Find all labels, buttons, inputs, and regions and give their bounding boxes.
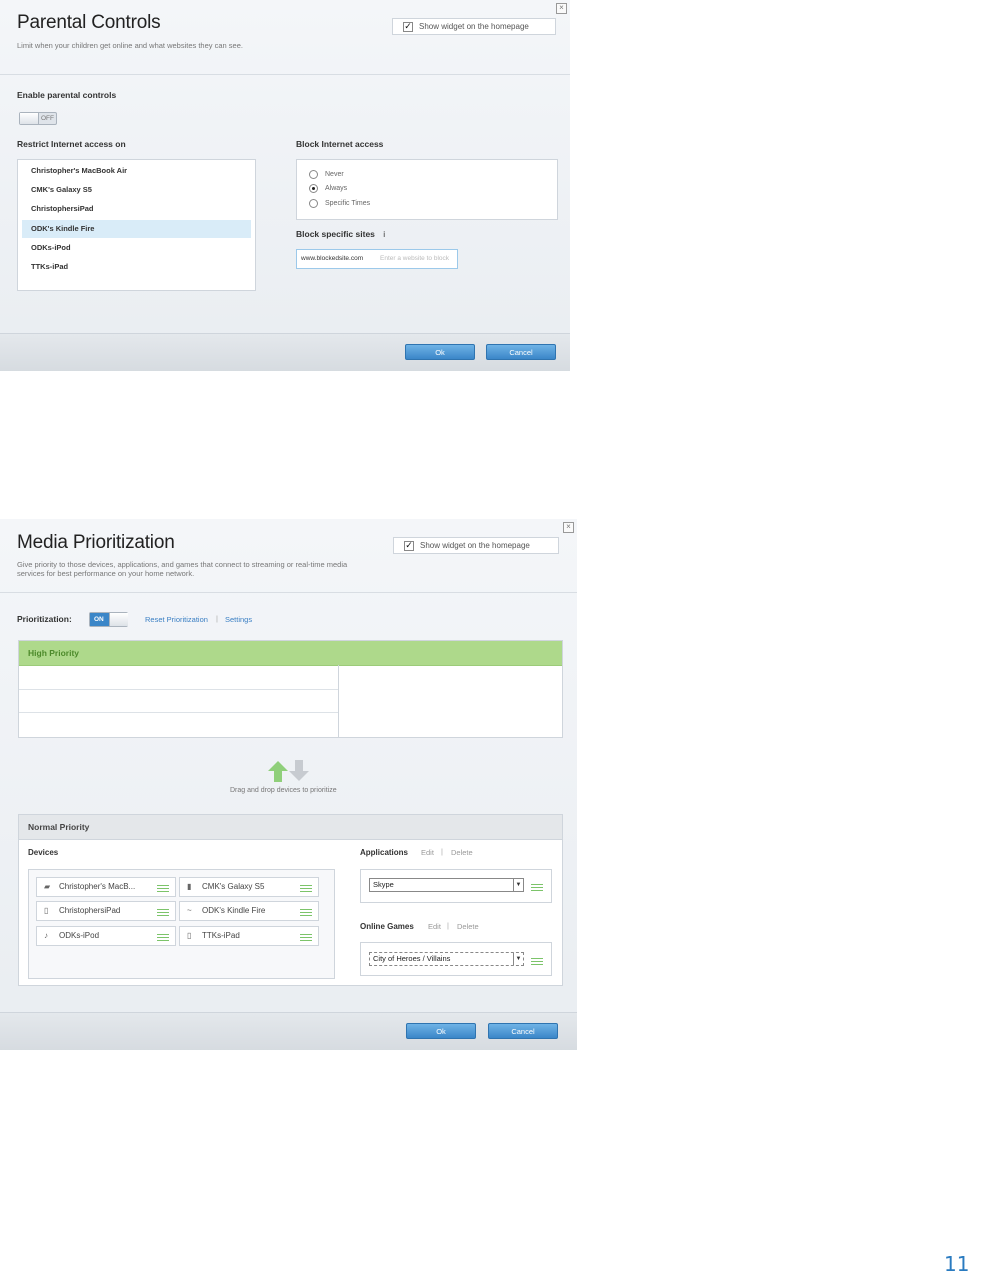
- online-games-label: Online Games: [360, 922, 414, 931]
- normal-priority-label: Normal Priority: [28, 822, 90, 832]
- applications-edit-link[interactable]: Edit: [421, 848, 434, 857]
- page-title: Parental Controls: [17, 12, 161, 33]
- page-subtitle: Give priority to those devices, applicat…: [17, 560, 348, 578]
- site-placeholder: Enter a website to block: [380, 255, 450, 262]
- game-select[interactable]: City of Heroes / Villains ▼: [369, 952, 524, 966]
- page-title: Media Prioritization: [17, 532, 175, 553]
- drag-handle-icon[interactable]: [531, 884, 543, 891]
- checkmark-icon: ✓: [404, 539, 414, 551]
- ok-button[interactable]: Ok: [406, 1023, 476, 1039]
- radio-button-selected: [309, 184, 318, 193]
- device-tile[interactable]: ~ ODK's Kindle Fire: [179, 901, 319, 921]
- laptop-icon: ▰: [44, 882, 51, 891]
- device-item-selected[interactable]: ODK's Kindle Fire: [22, 220, 251, 238]
- prioritize-arrows-icon: [268, 760, 309, 782]
- high-priority-slot[interactable]: [19, 689, 339, 713]
- radio-never[interactable]: Never: [309, 170, 344, 179]
- high-priority-label: High Priority: [28, 648, 80, 658]
- page-number: 11: [944, 1252, 970, 1276]
- page-subtitle: Limit when your children get online and …: [17, 41, 243, 50]
- show-widget-checkbox[interactable]: ✓ Show widget on the homepage: [393, 537, 559, 554]
- ok-button[interactable]: Ok: [405, 344, 475, 360]
- tablet-icon: ▯: [187, 931, 192, 940]
- radio-button: [309, 170, 318, 179]
- toggle-knob: [109, 613, 128, 626]
- device-list: Christopher's MacBook Air CMK's Galaxy S…: [17, 159, 256, 291]
- device-icon: ~: [187, 906, 192, 915]
- device-tile[interactable]: ♪ ODKs-iPod: [36, 926, 176, 946]
- link-separator: |: [216, 614, 218, 623]
- applications-delete-link[interactable]: Delete: [451, 848, 473, 857]
- block-access-options: Never Always Specific Times: [296, 159, 558, 220]
- devices-label: Devices: [28, 848, 59, 857]
- divider: [0, 592, 577, 593]
- drag-handle-icon[interactable]: [157, 934, 169, 941]
- phone-icon: ▮: [187, 882, 192, 891]
- media-player-icon: ♪: [44, 931, 48, 940]
- parental-controls-toggle[interactable]: OFF: [19, 112, 57, 125]
- radio-specific-times[interactable]: Specific Times: [309, 199, 370, 208]
- games-edit-link[interactable]: Edit: [428, 922, 441, 931]
- chevron-down-icon: ▼: [513, 879, 523, 891]
- normal-priority-header: Normal Priority: [19, 815, 562, 840]
- block-access-label: Block Internet access: [296, 139, 384, 149]
- high-priority-slot[interactable]: [19, 712, 339, 737]
- drag-handle-icon[interactable]: [157, 909, 169, 916]
- drag-handle-icon[interactable]: [300, 885, 312, 892]
- restrict-access-label: Restrict Internet access on: [17, 139, 126, 149]
- toggle-state: OFF: [41, 115, 54, 122]
- device-item[interactable]: TTKs-iPad: [22, 258, 251, 276]
- device-item[interactable]: ODKs-iPod: [22, 239, 251, 257]
- reset-prioritization-link[interactable]: Reset Prioritization: [145, 615, 208, 624]
- device-tile[interactable]: ▯ ChristophersiPad: [36, 901, 176, 921]
- close-icon[interactable]: ×: [563, 522, 574, 533]
- block-sites-label: Block specific sites i: [296, 229, 386, 239]
- enable-parental-label: Enable parental controls: [17, 90, 117, 100]
- media-prioritization-panel: × Media Prioritization Give priority to …: [0, 519, 577, 1050]
- link-separator: |: [447, 921, 449, 930]
- device-item[interactable]: ChristophersiPad: [22, 200, 251, 218]
- tablet-icon: ▯: [44, 906, 49, 915]
- chevron-down-icon: ▼: [513, 953, 523, 965]
- settings-link[interactable]: Settings: [225, 615, 252, 624]
- checkmark-icon: ✓: [403, 20, 413, 32]
- drag-hint: Drag and drop devices to prioritize: [230, 787, 337, 794]
- device-tile[interactable]: ▯ TTKs-iPad: [179, 926, 319, 946]
- application-select[interactable]: Skype ▼: [369, 878, 524, 892]
- show-widget-label: Show widget on the homepage: [419, 22, 529, 31]
- info-icon[interactable]: i: [383, 229, 385, 239]
- cancel-button[interactable]: Cancel: [488, 1023, 558, 1039]
- device-item[interactable]: Christopher's MacBook Air: [22, 162, 251, 180]
- toggle-state: ON: [94, 616, 104, 623]
- applications-label: Applications: [360, 848, 409, 857]
- drag-handle-icon[interactable]: [531, 958, 543, 965]
- close-icon[interactable]: ×: [556, 3, 567, 14]
- drag-handle-icon[interactable]: [300, 909, 312, 916]
- show-widget-label: Show widget on the homepage: [420, 541, 530, 550]
- high-priority-box: High Priority: [18, 640, 563, 738]
- high-priority-slot[interactable]: [19, 665, 339, 690]
- prioritization-toggle[interactable]: ON: [89, 612, 128, 627]
- high-priority-header: High Priority: [19, 641, 562, 666]
- show-widget-checkbox[interactable]: ✓ Show widget on the homepage: [392, 18, 556, 35]
- blocked-site-input[interactable]: www.blockedsite.com Enter a website to b…: [296, 249, 458, 269]
- device-tile[interactable]: ▮ CMK's Galaxy S5: [179, 877, 319, 897]
- toggle-knob: [20, 113, 39, 124]
- drag-handle-icon[interactable]: [300, 934, 312, 941]
- divider: [0, 74, 570, 75]
- prioritization-label: Prioritization:: [17, 614, 72, 624]
- blocked-site-value: www.blockedsite.com: [301, 255, 364, 262]
- parental-controls-panel: × Parental Controls Limit when your chil…: [0, 0, 570, 371]
- device-tile[interactable]: ▰ Christopher's MacB...: [36, 877, 176, 897]
- link-separator: |: [441, 847, 443, 856]
- device-item[interactable]: CMK's Galaxy S5: [22, 181, 251, 199]
- radio-button: [309, 199, 318, 208]
- radio-always[interactable]: Always: [309, 184, 347, 193]
- panel-footer: [0, 333, 570, 371]
- cancel-button[interactable]: Cancel: [486, 344, 556, 360]
- games-delete-link[interactable]: Delete: [457, 922, 479, 931]
- drag-handle-icon[interactable]: [157, 885, 169, 892]
